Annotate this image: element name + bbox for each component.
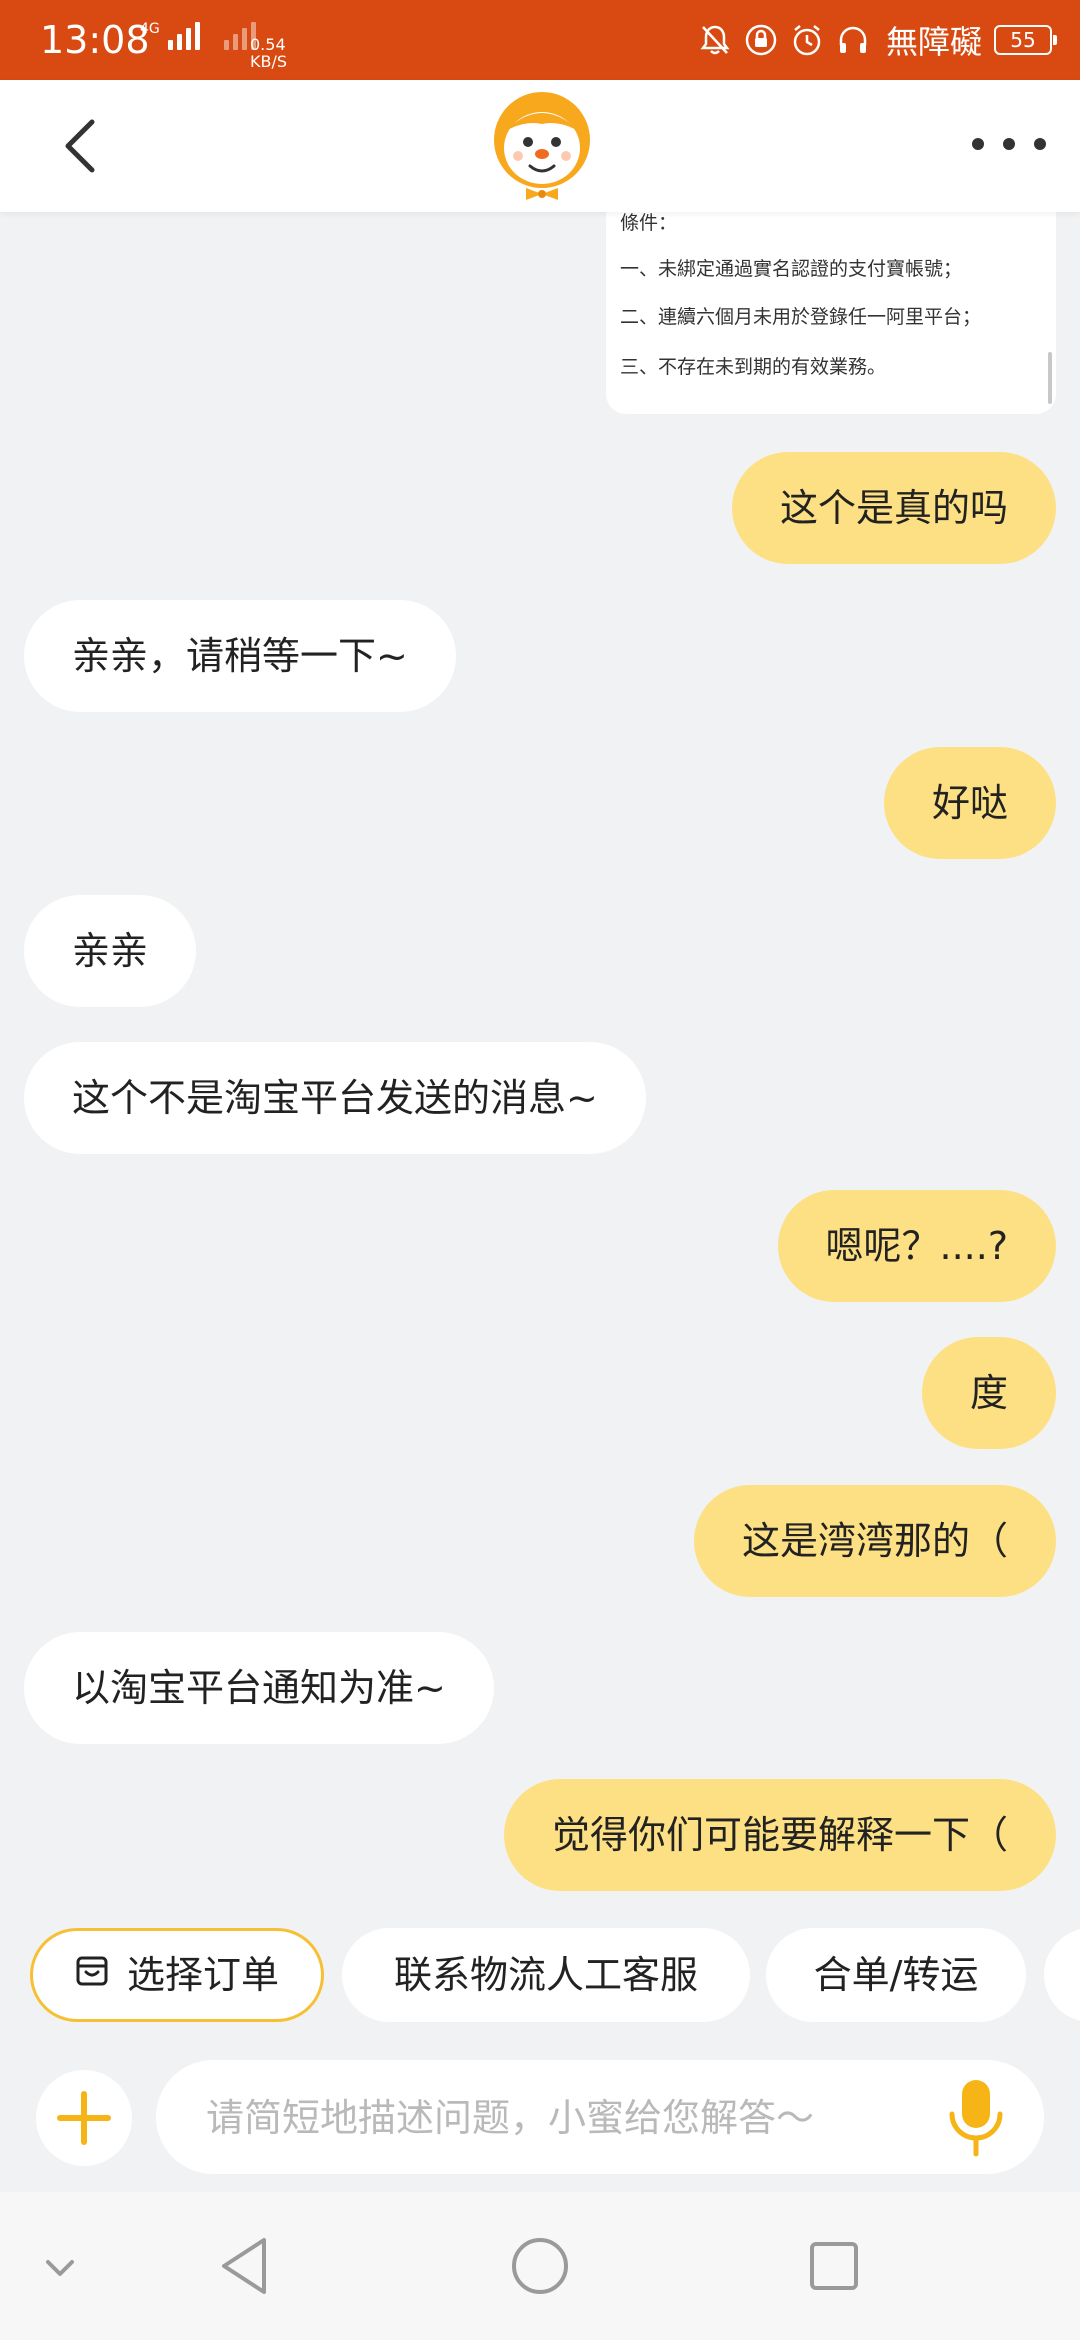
screenshot-scrollbar <box>1048 352 1052 404</box>
microphone-icon <box>949 2080 1003 2157</box>
chat-header <box>0 80 1080 212</box>
user-message-bubble[interactable]: 好哒 <box>883 747 1056 859</box>
status-time: 13:08 <box>40 18 150 62</box>
contact-logistics-chip[interactable]: 联系物流人工客服 <box>342 1928 750 2022</box>
screenshot-text-line: 三、不存在未到期的有效業務。 <box>620 356 887 378</box>
user-message-bubble[interactable]: 这个是真的吗 <box>731 452 1056 564</box>
message-input-bar <box>0 2040 1080 2192</box>
headphones-icon <box>839 26 867 53</box>
more-options-button[interactable] <box>972 116 1046 172</box>
triangle-back-icon <box>222 2238 266 2294</box>
network-type: 4G <box>140 21 160 37</box>
network-speed: 0.54 KB/S <box>250 35 288 71</box>
screenshot-text-line: 二、連續六個月未用於登錄任一阿里平台； <box>620 306 982 328</box>
alarm-icon <box>793 25 821 56</box>
more-quick-action-chip[interactable] <box>1044 1928 1080 2022</box>
status-bar: 13:08 4G 0.54 KB/S 無障礙 55 <box>0 0 1080 80</box>
system-nav-bar <box>0 2192 1080 2340</box>
shared-screenshot-message[interactable]: 條件： 一、未綁定通過實名認證的支付寶帳號； 二、連續六個月未用於登錄任一阿里平… <box>606 212 1056 414</box>
lock-circle-icon <box>745 24 777 56</box>
circle-home-icon <box>512 2238 568 2294</box>
mascot-avatar-icon[interactable] <box>490 90 594 202</box>
user-message-bubble[interactable]: 嗯呢？....? <box>777 1190 1056 1302</box>
agent-message-bubble[interactable]: 以淘宝平台通知为准~ <box>24 1632 494 1744</box>
nav-home-button[interactable] <box>500 2226 580 2306</box>
battery-icon: 55 <box>994 25 1057 55</box>
hide-nav-button[interactable] <box>20 2226 100 2306</box>
more-dots-icon <box>972 138 984 150</box>
attach-plus-button[interactable] <box>36 2070 132 2166</box>
message-input-box[interactable] <box>156 2060 1044 2176</box>
message-input[interactable] <box>204 2060 928 2176</box>
select-order-label: 选择订单 <box>126 1953 279 1997</box>
screenshot-text-line: 條件： <box>620 212 678 234</box>
back-button[interactable] <box>44 108 120 184</box>
user-message-bubble[interactable]: 度 <box>921 1337 1056 1449</box>
agent-message-bubble[interactable]: 这个不是淘宝平台发送的消息~ <box>24 1042 646 1154</box>
user-message-bubble[interactable]: 这是湾湾那的（ <box>693 1485 1056 1597</box>
voice-input-button[interactable] <box>936 2076 1016 2160</box>
order-box-icon <box>75 1931 109 2019</box>
user-message-bubble[interactable]: 觉得你们可能要解释一下（ <box>503 1779 1056 1891</box>
agent-message-bubble[interactable]: 亲亲，请稍等一下~ <box>24 600 456 712</box>
bell-muted-icon <box>700 25 730 55</box>
screenshot-text-line: 一、未綁定通過實名認證的支付寶帳號； <box>620 258 963 280</box>
chevron-left-icon <box>65 119 95 173</box>
chevron-down-icon <box>46 2260 74 2276</box>
select-order-chip[interactable]: 选择订单 <box>30 1928 324 2022</box>
agent-message-bubble[interactable]: 亲亲 <box>24 895 197 1007</box>
square-recents-icon <box>810 2242 858 2290</box>
quick-actions-bar[interactable]: 选择订单 联系物流人工客服 合单/转运 <box>0 1920 1080 2030</box>
signal-icon: 4G <box>140 22 256 50</box>
plus-icon <box>57 2091 111 2145</box>
nav-recents-button[interactable] <box>794 2226 874 2306</box>
nav-back-button[interactable] <box>206 2226 286 2306</box>
chat-message-list[interactable]: 條件： 一、未綁定通過實名認證的支付寶帳號； 二、連續六個月未用於登錄任一阿里平… <box>0 212 1080 1917</box>
merge-transfer-chip[interactable]: 合单/转运 <box>766 1928 1026 2022</box>
status-carrier-label: 無障礙 <box>885 23 982 61</box>
